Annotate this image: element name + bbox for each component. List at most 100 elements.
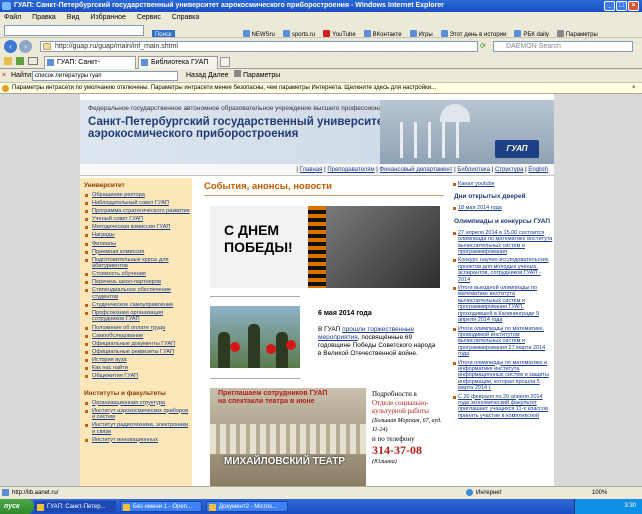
games-icon <box>409 30 417 37</box>
ie-icon <box>2 2 11 10</box>
close-find-icon[interactable]: × <box>2 69 6 83</box>
forward-button[interactable]: › <box>19 40 32 53</box>
task-ie[interactable]: ГУАП: Санкт-Петер... <box>34 501 116 512</box>
sidebar-link[interactable]: Общежития ГУАП <box>80 373 192 379</box>
infobar-close-icon[interactable]: × <box>632 83 636 94</box>
sidebar-link[interactable]: Самообследование <box>80 333 192 339</box>
st-george-ribbon <box>308 206 326 288</box>
sidebar-link[interactable]: Перечень школ-партнеров <box>80 279 192 285</box>
taskbar: пуск ГУАП: Санкт-Петер... Без имени 1 - … <box>0 499 642 514</box>
address-bar: ‹ › http://guap.ru/guap/main/inf_main.sh… <box>0 38 642 55</box>
olympiad-link[interactable]: 27 апреля 2014 в 15.00 состоится олимпиа… <box>450 230 554 256</box>
nav-english[interactable]: English <box>528 167 548 173</box>
task-openoffice[interactable]: Без имени 1 - Open... <box>120 501 202 512</box>
sidebar-link[interactable]: Стипендиальное обеспечение студентов <box>80 287 192 300</box>
sidebar-link[interactable]: Приемная комиссия <box>80 249 192 255</box>
olympiad-link[interactable]: С 20 февраля по 20 апреля 2014 года экон… <box>450 394 554 420</box>
sidebar-link[interactable]: Институт аэрокосмических приборов и сист… <box>80 408 192 421</box>
guap-logo[interactable]: ГУАП <box>495 140 539 158</box>
sidebar-link[interactable]: Институт радиотехники, электроники и свя… <box>80 422 192 435</box>
url-field[interactable]: http://guap.ru/guap/main/inf_main.shtml <box>40 41 478 52</box>
sidebar-link[interactable]: Профсоюзная организация сотрудников ГУАП <box>80 310 192 323</box>
nav-library[interactable]: Библиотека <box>457 167 490 173</box>
toolbar-search-field[interactable] <box>4 25 144 36</box>
toolbar-options[interactable]: Параметры <box>556 30 598 37</box>
close-button[interactable]: × <box>628 1 639 11</box>
toolbar-search-button[interactable]: Поиск <box>151 30 175 37</box>
sidebar-link[interactable]: Наблюдательный совет ГУАП <box>80 200 192 206</box>
sidebar-link[interactable]: Подготовительные курсы для абитуриентов <box>80 257 192 270</box>
news-date: 6 мая 2014 года <box>318 310 372 317</box>
sidebar-link[interactable]: Программа стратегического развития <box>80 208 192 214</box>
sidebar-link[interactable]: Обращение ректора <box>80 192 192 198</box>
start-button[interactable]: пуск <box>0 499 34 514</box>
theatre-banner[interactable]: Приглашаем сотрудников ГУАП на спектакли… <box>210 388 366 486</box>
back-button[interactable]: ‹ <box>4 40 17 53</box>
menu-favorites[interactable]: Избранное <box>90 14 125 21</box>
quick-tabs-icon[interactable] <box>28 57 38 65</box>
right-link[interactable]: Канал youtube <box>450 181 554 187</box>
gear-icon <box>234 70 241 77</box>
new-tab-button[interactable] <box>220 57 230 67</box>
find-back-button[interactable]: Назад <box>186 69 206 83</box>
sidebar-link[interactable]: Институт инновационных <box>80 437 192 443</box>
link-vkontakte[interactable]: ВКонтакте <box>363 30 402 37</box>
top-navigation: | Главная | Преподавателям | Финансовый … <box>80 164 554 176</box>
task-word[interactable]: Документ2 - Micros... <box>206 501 288 512</box>
menu-edit[interactable]: Правка <box>32 14 56 21</box>
news-photo[interactable] <box>210 306 300 368</box>
link-history[interactable]: Этот день в истории <box>440 30 506 37</box>
sidebar-link[interactable]: Методическая комиссия ГУАП <box>80 224 192 230</box>
find-next-button[interactable]: Далее <box>208 69 229 83</box>
word-task-icon <box>209 504 216 511</box>
link-youtube[interactable]: YouTube <box>323 30 356 37</box>
sidebar-link[interactable]: История вуза <box>80 357 192 363</box>
tab-library[interactable]: Библиотека ГУАП <box>138 56 218 69</box>
right-link[interactable]: 18 мая 2014 года <box>450 205 554 211</box>
news-column: События, анонсы, новости С ДНЕМ ПОБЕДЫ! … <box>200 178 446 486</box>
theatre-phone: 314-37-08 <box>372 443 422 457</box>
sidebar-link[interactable]: Ученый совет ГУАП <box>80 216 192 222</box>
information-bar[interactable]: Параметры интрасети по умолчанию отключе… <box>0 83 642 94</box>
youtube-icon <box>323 30 331 37</box>
nav-structure[interactable]: Структура <box>495 167 523 173</box>
refresh-icon[interactable]: ⟳ <box>480 42 486 50</box>
theatre-building-image <box>210 424 366 454</box>
nav-home[interactable]: Главная <box>300 167 323 173</box>
sidebar-link[interactable]: Положение об оплате труда <box>80 325 192 331</box>
sidebar-link[interactable]: Студенческое самоуправление <box>80 302 192 308</box>
link-sports[interactable]: sports.ru <box>282 30 315 37</box>
sidebar-link[interactable]: Официальные реквизиты ГУАП <box>80 349 192 355</box>
header-title: Санкт-Петербургский государственный унив… <box>88 116 389 140</box>
menu-view[interactable]: Вид <box>67 14 80 21</box>
nav-teachers[interactable]: Преподавателям <box>327 167 374 173</box>
menu-help[interactable]: Справка <box>172 14 199 21</box>
vk-icon <box>363 30 371 37</box>
sidebar-link[interactable]: Как нас найти <box>80 365 192 371</box>
add-favorites-icon[interactable] <box>16 57 24 65</box>
link-newsru[interactable]: NEWSru <box>242 30 275 37</box>
sidebar-link[interactable]: Награды <box>80 232 192 238</box>
zoom-level[interactable]: 100% <box>592 487 607 499</box>
nav-finance[interactable]: Финансовый департамент <box>380 167 453 173</box>
search-input[interactable]: DAEMON Search <box>493 41 633 52</box>
sidebar-link[interactable]: Филиалы <box>80 241 192 247</box>
find-input[interactable] <box>32 71 178 81</box>
sidebar-link[interactable]: Стоимость обучения <box>80 271 192 277</box>
link-games[interactable]: Игры <box>409 30 433 37</box>
minimize-button[interactable]: _ <box>604 1 615 11</box>
tab-guap[interactable]: ГУАП: Санкт-Петербург... <box>44 56 136 78</box>
olympiad-link[interactable]: Итоги олимпиады по математике, проводимо… <box>450 326 554 358</box>
sidebar-link[interactable]: Организационная структура <box>80 400 192 406</box>
olympiad-link[interactable]: Итоги выездной олимпиады по математике и… <box>450 285 554 323</box>
link-rbk[interactable]: РБК daily <box>514 30 549 37</box>
olympiad-link[interactable]: Итоги олимпиады по математике и информат… <box>450 360 554 392</box>
menu-tools[interactable]: Сервис <box>137 14 161 21</box>
menu-file[interactable]: Файл <box>4 14 21 21</box>
victory-day-banner[interactable]: С ДНЕМ ПОБЕДЫ! <box>210 206 440 288</box>
olympiad-link[interactable]: Конкурс научно-исследовательских проекто… <box>450 257 554 283</box>
sidebar-link[interactable]: Официальные документы ГУАП <box>80 341 192 347</box>
maximize-button[interactable]: □ <box>616 1 627 11</box>
find-options-button[interactable]: Параметры <box>234 69 280 83</box>
favorites-star-icon[interactable] <box>4 57 12 65</box>
